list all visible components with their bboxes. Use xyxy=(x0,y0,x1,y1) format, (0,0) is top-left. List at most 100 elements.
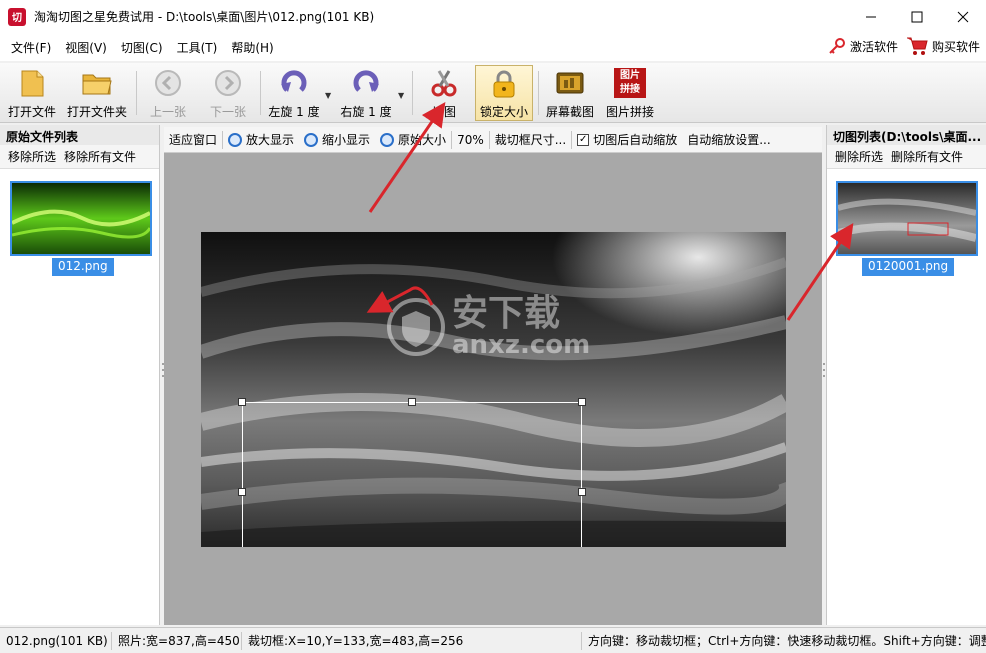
source-panel-title: 原始文件列表 xyxy=(0,125,159,145)
rotate-left-dropdown-icon[interactable]: ▼ xyxy=(325,91,331,100)
watermark-cn: 安下载 xyxy=(452,293,561,334)
status-photo-size: 照片:宽=837,高=450 xyxy=(112,631,242,650)
minimize-button[interactable] xyxy=(848,0,894,33)
status-crop-info: 裁切框:X=10,Y=133,宽=483,高=256 xyxy=(242,631,582,650)
source-thumbnail[interactable] xyxy=(10,181,152,256)
image-canvas[interactable]: 安下载 anxz.com xyxy=(164,153,822,625)
lock-size-label: 锁定大小 xyxy=(479,105,528,119)
delete-all-button[interactable]: 删除所有文件 xyxy=(891,148,963,165)
key-icon xyxy=(829,38,845,54)
cut-thumbnail-caption: 0120001.png xyxy=(862,258,955,276)
rotate-left-label: 左旋 1 度 xyxy=(268,105,320,119)
toolbar-separator xyxy=(412,71,413,115)
lock-icon xyxy=(493,70,515,97)
close-icon xyxy=(957,11,969,22)
remove-selected-button[interactable]: 移除所选 xyxy=(8,148,56,165)
status-file: 012.png(101 KB) xyxy=(0,631,112,650)
watermark-shield-icon xyxy=(387,298,445,356)
activate-button[interactable]: 激活软件 xyxy=(828,37,898,55)
folder-icon xyxy=(82,74,112,95)
lock-size-button[interactable]: 锁定大小 xyxy=(475,65,533,121)
close-button[interactable] xyxy=(940,0,986,33)
next-label: 下一张 xyxy=(209,105,246,119)
maximize-icon xyxy=(911,11,923,22)
cut-panel-actions: 删除所选 删除所有文件 xyxy=(827,145,986,169)
fit-window-button[interactable]: 适应窗口 xyxy=(164,131,222,148)
auto-zoom-checkbox[interactable]: ✓ 切图后自动缩放 xyxy=(572,131,682,148)
source-file-panel: 原始文件列表 移除所选 移除所有文件 012.png xyxy=(0,125,160,625)
original-size-button[interactable]: 原始大小 xyxy=(375,131,451,148)
open-file-label: 打开文件 xyxy=(7,105,56,119)
menu-file[interactable]: 文件(F) xyxy=(4,39,58,56)
zoom-out-label: 缩小显示 xyxy=(322,133,371,147)
screen-capture-icon xyxy=(556,72,584,94)
zoom-out-icon xyxy=(304,132,319,147)
open-file-icon xyxy=(21,70,44,97)
delete-selected-button[interactable]: 删除所选 xyxy=(835,148,883,165)
app-window: 切 淘淘切图之星免费试用 - D:\tools\桌面\图片\012.png(10… xyxy=(0,0,986,653)
zoom-in-button[interactable]: 放大显示 xyxy=(223,131,299,148)
zoom-out-button[interactable]: 缩小显示 xyxy=(299,131,375,148)
open-file-button[interactable]: 打开文件 xyxy=(6,65,58,121)
rotate-right-button[interactable]: 右旋 1 度 xyxy=(338,65,394,121)
title-bar: 切 淘淘切图之星免费试用 - D:\tools\桌面\图片\012.png(10… xyxy=(0,0,986,33)
stitch-icon: 图片 拼接 xyxy=(614,68,646,98)
source-thumbnail-caption: 012.png xyxy=(52,258,114,276)
crop-handle-right[interactable] xyxy=(578,488,586,496)
toolbar: 打开文件 打开文件夹 上一张 下一张 左旋 1 度 ▼ 右旋 1 度 ▼ 切图 xyxy=(0,63,986,123)
open-folder-button[interactable]: 打开文件夹 xyxy=(64,65,130,121)
cut-button[interactable]: 切图 xyxy=(420,65,468,121)
crop-handle-top-right[interactable] xyxy=(578,398,586,406)
crop-handle-top[interactable] xyxy=(408,398,416,406)
view-toolbar: 适应窗口 放大显示 缩小显示 原始大小 70% 裁切框尺寸... ✓ 切图后自动缩… xyxy=(164,127,822,153)
green-image-thumbnail xyxy=(11,183,152,254)
status-bar: 012.png(101 KB) 照片:宽=837,高=450 裁切框:X=10,… xyxy=(0,627,986,653)
remove-all-button[interactable]: 移除所有文件 xyxy=(64,148,136,165)
screen-capture-button[interactable]: 屏幕截图 xyxy=(542,65,598,121)
crop-frame[interactable] xyxy=(238,398,586,547)
source-panel-actions: 移除所选 移除所有文件 xyxy=(0,145,159,169)
rotate-left-icon xyxy=(281,70,307,92)
cut-list-panel: 切图列表(D:\tools\桌面... 删除所选 删除所有文件 0120001.… xyxy=(826,125,986,625)
crop-size-button[interactable]: 裁切框尺寸... xyxy=(490,131,571,148)
arrow-left-icon xyxy=(155,70,181,96)
window-title: 淘淘切图之星免费试用 - D:\tools\桌面\图片\012.png(101 … xyxy=(34,10,375,24)
minimize-icon xyxy=(866,16,876,17)
sky-photo[interactable]: 安下载 anxz.com xyxy=(201,232,786,547)
stitch-label: 图片拼接 xyxy=(605,105,654,119)
rotate-right-label: 右旋 1 度 xyxy=(340,105,392,119)
menu-tools[interactable]: 工具(T) xyxy=(170,39,225,56)
prev-button[interactable]: 上一张 xyxy=(144,65,192,121)
stitch-button[interactable]: 图片 拼接 图片拼接 xyxy=(602,65,658,121)
zoom-in-icon xyxy=(228,132,243,147)
crop-handle-top-left[interactable] xyxy=(238,398,246,406)
cart-icon xyxy=(906,37,928,55)
open-folder-label: 打开文件夹 xyxy=(66,105,127,119)
rotate-left-button[interactable]: 左旋 1 度 xyxy=(266,65,322,121)
menu-cut[interactable]: 切图(C) xyxy=(114,39,170,56)
original-size-label: 原始大小 xyxy=(398,133,447,147)
activate-label: 激活软件 xyxy=(849,39,898,54)
buy-button[interactable]: 购买软件 xyxy=(906,36,980,56)
auto-zoom-settings-button[interactable]: 自动缩放设置... xyxy=(682,131,775,148)
toolbar-separator xyxy=(260,71,261,115)
checkbox-checked-icon: ✓ xyxy=(577,133,590,146)
screen-capture-label: 屏幕截图 xyxy=(545,105,594,119)
zoom-level: 70% xyxy=(457,132,484,147)
auto-zoom-label: 切图后自动缩放 xyxy=(593,133,678,147)
maximize-button[interactable] xyxy=(894,0,940,33)
menu-view[interactable]: 视图(V) xyxy=(58,39,114,56)
cut-thumbnail[interactable] xyxy=(836,181,978,256)
menu-help[interactable]: 帮助(H) xyxy=(224,39,280,56)
cut-panel-title: 切图列表(D:\tools\桌面... xyxy=(827,125,986,145)
original-size-icon xyxy=(380,132,395,147)
watermark: 安下载 anxz.com xyxy=(386,296,590,358)
rotate-right-dropdown-icon[interactable]: ▼ xyxy=(398,91,404,100)
watermark-en: anxz.com xyxy=(452,330,591,360)
next-button[interactable]: 下一张 xyxy=(204,65,252,121)
scissors-icon xyxy=(431,70,457,97)
status-hint: 方向键：移动裁切框；Ctrl+方向键：快速移动裁切框。Shift+方向键：调整 xyxy=(588,633,986,648)
crop-handle-left[interactable] xyxy=(238,488,246,496)
app-logo-icon: 切 xyxy=(8,7,26,26)
toolbar-separator xyxy=(136,71,137,115)
